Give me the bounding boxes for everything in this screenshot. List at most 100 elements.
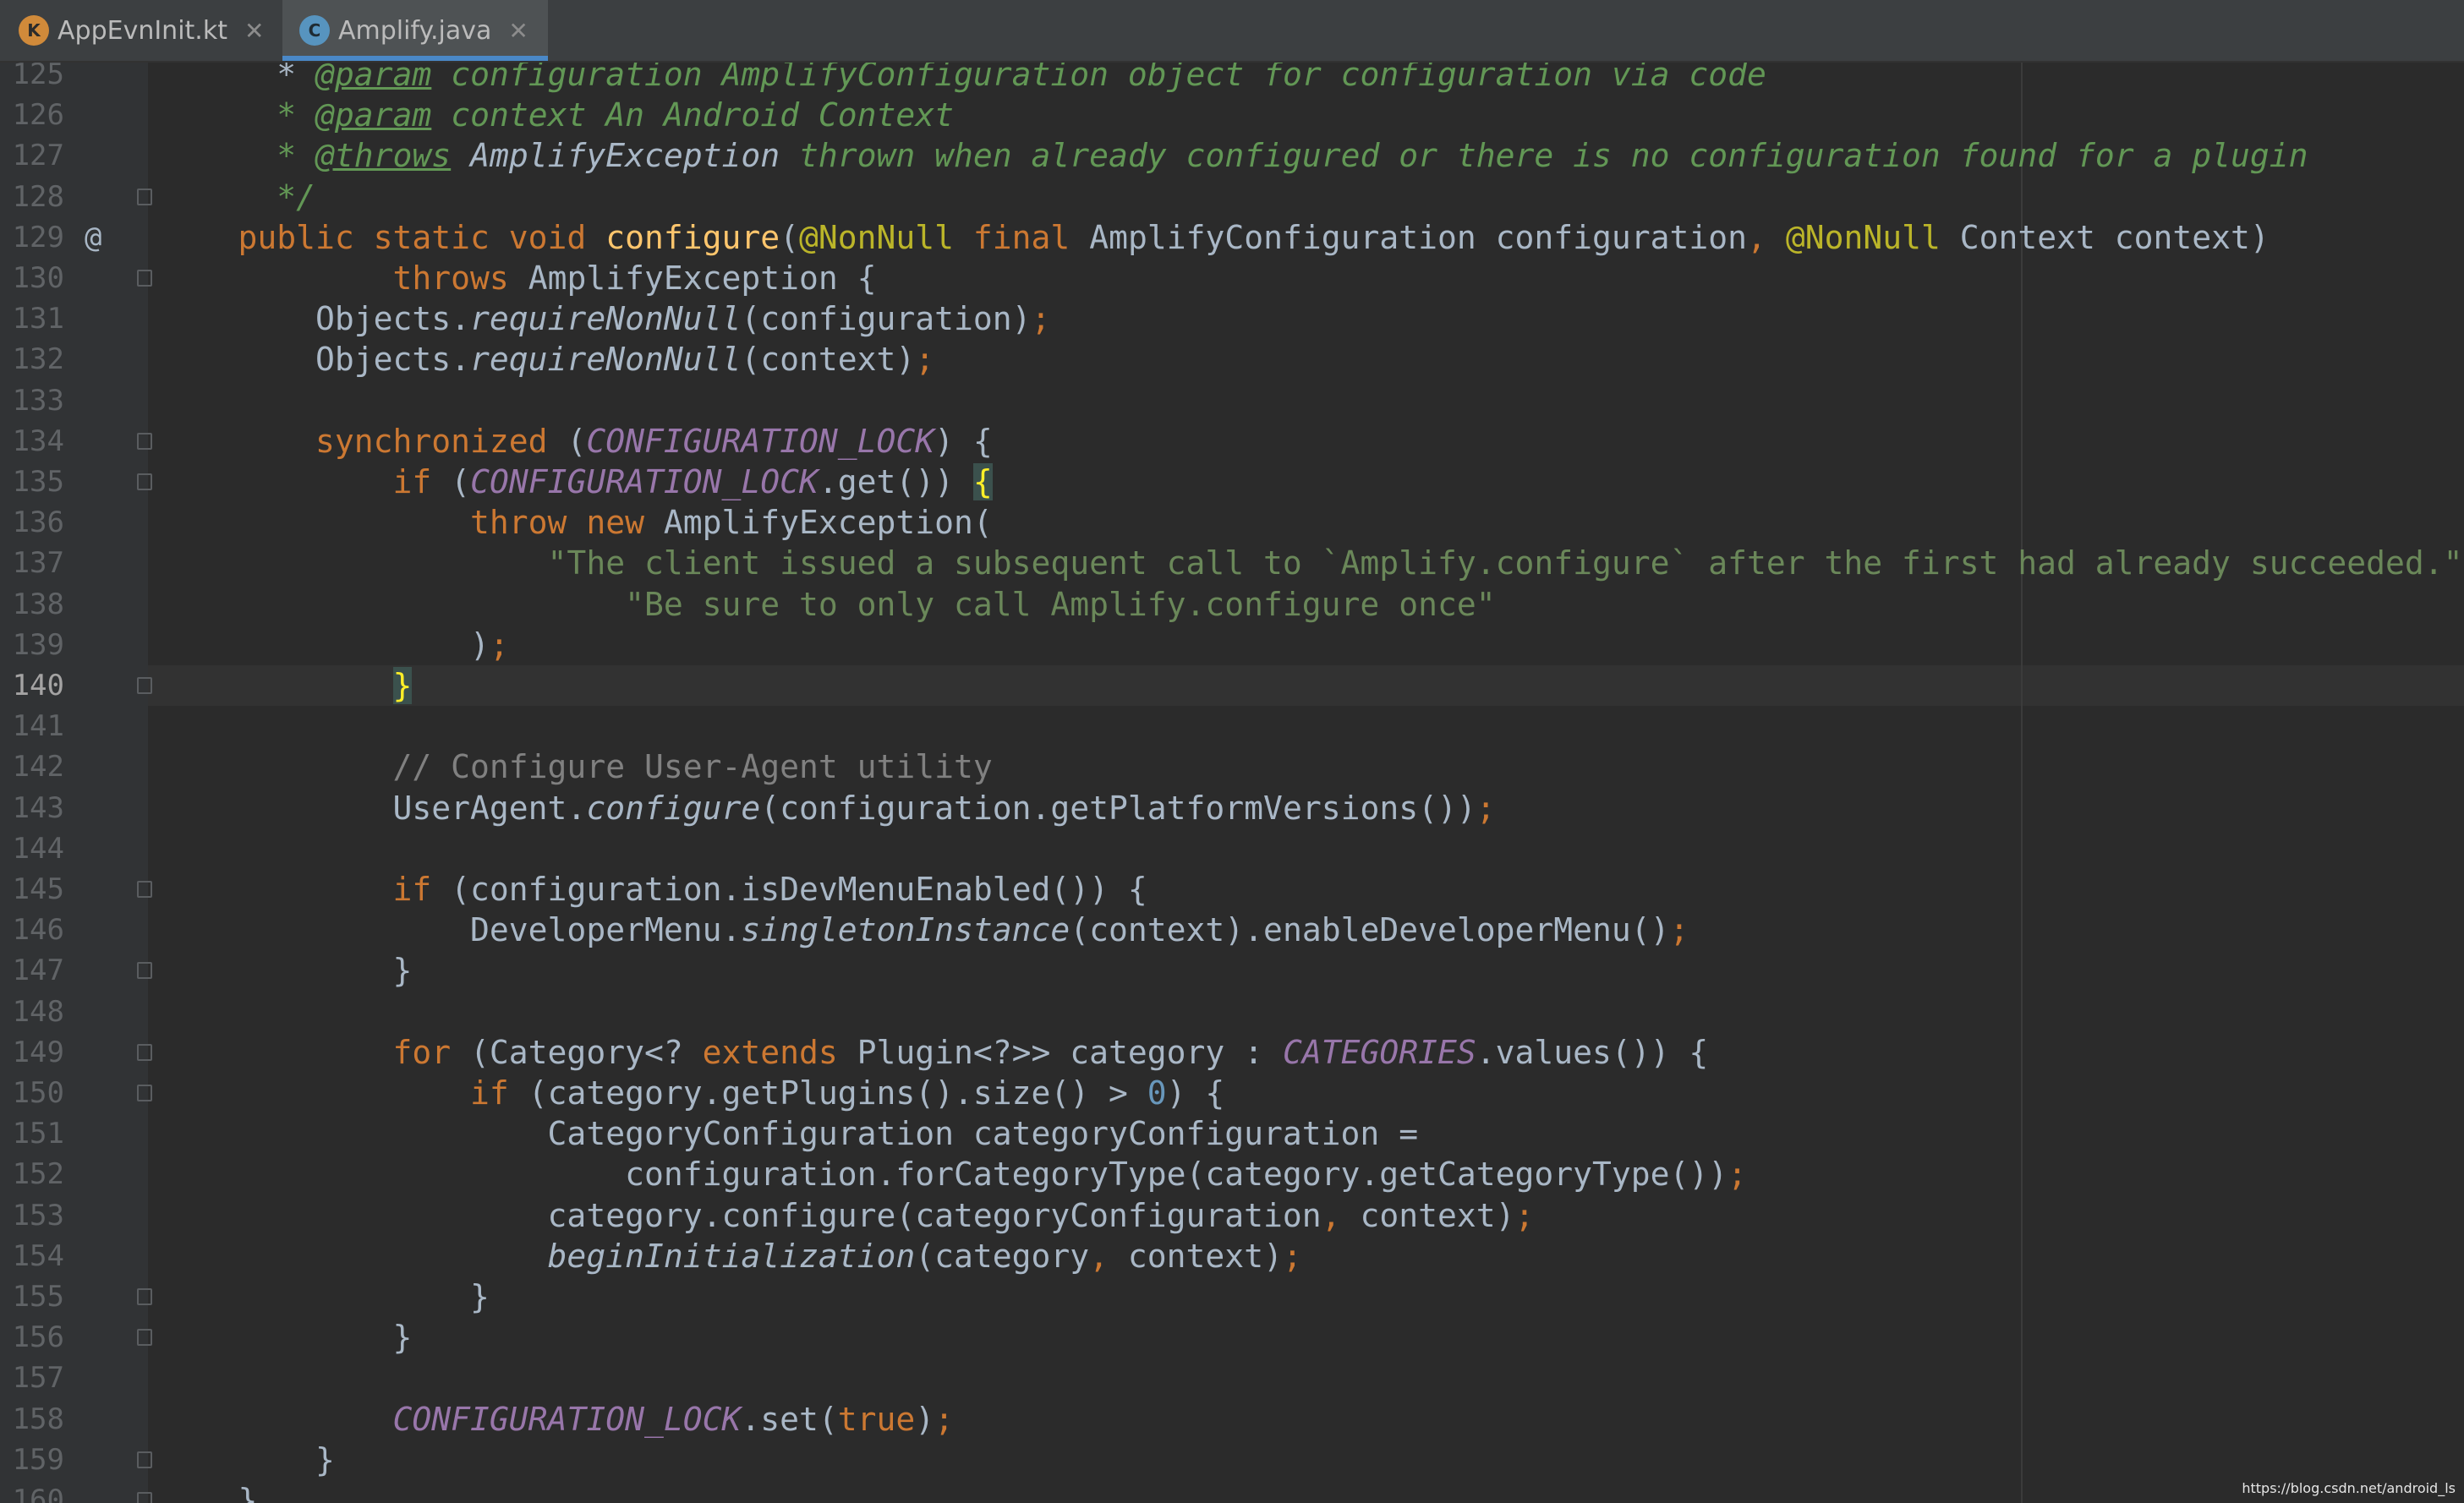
code-text: if (category.getPlugins().size() > 0) { — [161, 1073, 1224, 1113]
code-line[interactable]: 160 } — [0, 1480, 2464, 1503]
code-line[interactable]: 142 // Configure User-Agent utility — [0, 746, 2464, 787]
code-token: "The client issued a subsequent call to … — [161, 544, 2463, 582]
fold-marker-icon[interactable] — [137, 1451, 152, 1468]
fold-marker-icon[interactable] — [137, 1043, 152, 1061]
code-token: ( — [780, 218, 799, 256]
code-text: Objects.requireNonNull(context); — [161, 339, 934, 380]
code-line[interactable]: 130 throws AmplifyException { — [0, 258, 2464, 298]
code-token: Plugin<?>> category : — [857, 1033, 1283, 1071]
code-line[interactable]: 152 configuration.forCategoryType(catego… — [0, 1154, 2464, 1194]
fold-marker-icon[interactable] — [137, 1085, 152, 1101]
code-line[interactable]: 148 — [0, 992, 2464, 1032]
code-token: ; — [934, 1400, 955, 1438]
code-line[interactable]: 132 Objects.requireNonNull(context); — [0, 339, 2464, 380]
fold-marker-icon[interactable] — [137, 473, 152, 490]
kotlin-file-icon: K — [19, 15, 49, 46]
code-text: throw new AmplifyException( — [161, 502, 993, 543]
code-token: } — [392, 667, 413, 704]
code-line[interactable]: 153 category.configure(categoryConfigura… — [0, 1195, 2464, 1236]
code-token: CONFIGURATION_LOCK — [161, 1400, 742, 1438]
code-token: ) { — [1166, 1074, 1225, 1112]
fold-marker-icon[interactable] — [137, 188, 152, 205]
code-line[interactable]: 149 for (Category<? extends Plugin<?>> c… — [0, 1032, 2464, 1073]
code-line[interactable]: 126 * @param context An Android Context — [0, 95, 2464, 135]
fold-marker-icon[interactable] — [137, 270, 152, 287]
code-token: 0 — [1147, 1074, 1167, 1112]
code-editor[interactable]: 125 * @param configuration AmplifyConfig… — [0, 63, 2464, 1503]
code-text: Objects.requireNonNull(configuration); — [161, 298, 1050, 339]
code-token: throw new — [161, 504, 664, 542]
code-line[interactable]: 143 UserAgent.configure(configuration.ge… — [0, 788, 2464, 828]
code-line[interactable]: 145 if (configuration.isDevMenuEnabled()… — [0, 869, 2464, 910]
code-text: UserAgent.configure(configuration.getPla… — [161, 788, 1496, 828]
code-text: ); — [161, 625, 509, 665]
code-line[interactable]: 138 "Be sure to only call Amplify.config… — [0, 584, 2464, 625]
code-text: for (Category<? extends Plugin<?>> categ… — [161, 1032, 1709, 1073]
line-number: 142 — [12, 750, 64, 784]
code-text: * @param context An Android Context — [161, 95, 954, 135]
code-token: context) — [1127, 1237, 1283, 1275]
code-token: (context) — [741, 341, 916, 379]
code-token: "Be sure to only call Amplify.configure … — [161, 585, 1496, 623]
code-token: UserAgent. — [161, 789, 587, 827]
code-line[interactable]: 127 * @throws AmplifyException thrown wh… — [0, 135, 2464, 176]
code-line[interactable]: 144 — [0, 828, 2464, 869]
fold-marker-icon[interactable] — [137, 432, 152, 450]
tab-appevninit-kt[interactable]: K AppEvnInit.kt ✕ — [0, 0, 279, 61]
code-line[interactable]: 139 ); — [0, 625, 2464, 665]
code-line[interactable]: 157 — [0, 1358, 2464, 1398]
fold-marker-icon[interactable] — [137, 1288, 152, 1305]
code-line[interactable]: 146 DeveloperMenu.singletonInstance(cont… — [0, 910, 2464, 950]
line-number: 126 — [12, 98, 64, 133]
code-line[interactable]: 125 * @param configuration AmplifyConfig… — [0, 63, 2464, 95]
code-line[interactable]: 155 } — [0, 1276, 2464, 1317]
fold-marker-icon[interactable] — [137, 677, 152, 694]
code-text: public static void configure(@NonNull fi… — [161, 217, 2270, 258]
code-line[interactable]: 128 */ — [0, 177, 2464, 217]
code-token: true — [837, 1400, 916, 1438]
code-line[interactable]: 140 } — [0, 665, 2464, 706]
code-line[interactable]: 156 } — [0, 1317, 2464, 1358]
line-number: 160 — [12, 1484, 64, 1503]
line-number: 148 — [12, 994, 64, 1029]
code-line[interactable]: 158 CONFIGURATION_LOCK.set(true); — [0, 1399, 2464, 1440]
code-text: CategoryConfiguration categoryConfigurat… — [161, 1113, 1419, 1154]
code-line[interactable]: 129 @ public static void configure(@NonNu… — [0, 217, 2464, 258]
close-tab-icon[interactable]: ✕ — [508, 17, 528, 45]
override-marker-icon[interactable]: @ — [85, 217, 113, 258]
code-token: ) — [161, 626, 490, 664]
fold-marker-icon[interactable] — [137, 881, 152, 898]
line-number: 139 — [12, 627, 64, 662]
code-line[interactable]: 147 } — [0, 950, 2464, 991]
code-line[interactable]: 131 Objects.requireNonNull(configuration… — [0, 298, 2464, 339]
close-tab-icon[interactable]: ✕ — [244, 17, 264, 45]
fold-marker-icon[interactable] — [137, 1329, 152, 1347]
code-token: AmplifyException — [451, 137, 780, 175]
fold-marker-icon[interactable] — [137, 962, 152, 980]
code-text: "Be sure to only call Amplify.configure … — [161, 584, 1496, 625]
tab-amplify-java[interactable]: C Amplify.java ✕ — [282, 0, 548, 61]
code-line[interactable]: 159 } — [0, 1440, 2464, 1480]
code-line[interactable]: 150 if (category.getPlugins().size() > 0… — [0, 1073, 2464, 1113]
code-token: throws — [161, 260, 528, 297]
code-line[interactable]: 136 throw new AmplifyException( — [0, 502, 2464, 543]
code-text: DeveloperMenu.singletonInstance(context)… — [161, 910, 1689, 950]
line-number: 125 — [12, 63, 64, 91]
code-line[interactable]: 133 — [0, 380, 2464, 421]
line-number: 141 — [12, 709, 64, 744]
code-token: thrown when already configured or there … — [780, 137, 2308, 175]
line-number: 157 — [12, 1361, 64, 1396]
code-line[interactable]: 134 synchronized (CONFIGURATION_LOCK) { — [0, 421, 2464, 462]
code-line[interactable]: 135 if (CONFIGURATION_LOCK.get()) { — [0, 462, 2464, 502]
watermark: https://blog.csdn.net/android_ls — [2242, 1480, 2456, 1496]
fold-marker-icon[interactable] — [137, 1492, 152, 1503]
code-line[interactable]: 137 "The client issued a subsequent call… — [0, 543, 2464, 583]
code-line[interactable]: 141 — [0, 706, 2464, 746]
line-number: 154 — [12, 1238, 64, 1273]
code-text: configuration.forCategoryType(category.g… — [161, 1154, 1747, 1194]
code-line[interactable]: 151 CategoryConfiguration categoryConfig… — [0, 1113, 2464, 1154]
line-number: 130 — [12, 261, 64, 295]
code-token: } — [161, 1440, 335, 1478]
code-line[interactable]: 154 beginInitialization(category, contex… — [0, 1236, 2464, 1276]
code-token: (configuration.isDevMenuEnabled()) { — [451, 871, 1147, 908]
